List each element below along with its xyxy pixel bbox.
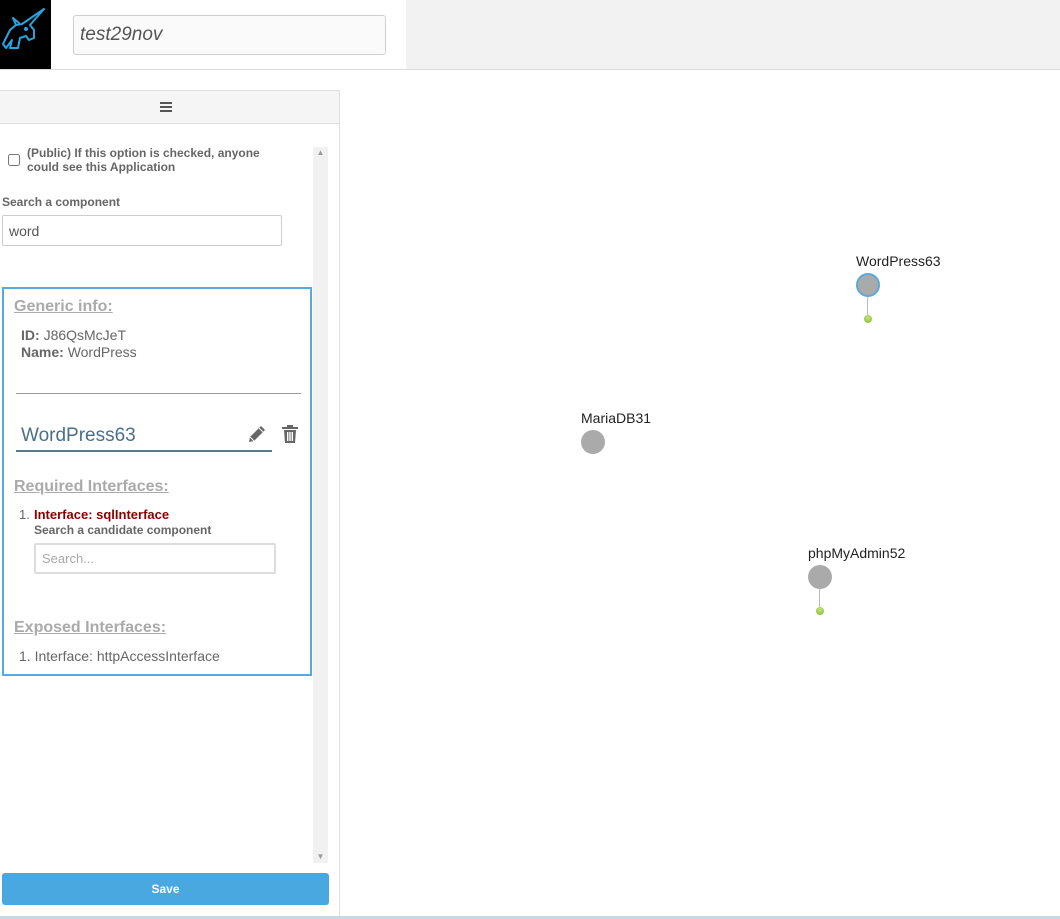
- connector-stem: [819, 589, 820, 607]
- public-option-label: (Public) If this option is checked, anyo…: [27, 146, 260, 174]
- node-label: phpMyAdmin52: [808, 545, 906, 561]
- graph-node-wordpress[interactable]: [856, 273, 880, 297]
- required-interfaces-title: Required Interfaces:: [14, 478, 169, 495]
- sidebar: (Public) If this option is checked, anyo…: [0, 90, 340, 916]
- interface-port-icon[interactable]: [864, 315, 872, 323]
- scroll-down-arrow-icon[interactable]: ▼: [313, 851, 328, 863]
- node-label: WordPress63: [856, 253, 941, 269]
- component-details-panel: Generic info: ID: J86QsMcJeT Name: WordP…: [2, 287, 312, 676]
- trash-delete-icon[interactable]: [281, 424, 299, 444]
- graph-node-phpmyadmin[interactable]: [808, 565, 832, 589]
- hamburger-menu-icon[interactable]: [160, 102, 172, 112]
- required-interface-number: 1.: [19, 507, 30, 522]
- search-component-label: Search a component: [2, 195, 121, 209]
- save-button[interactable]: Save: [2, 873, 329, 905]
- application-name-input[interactable]: [73, 15, 386, 55]
- pencil-edit-icon[interactable]: [247, 424, 267, 444]
- component-name: Name: WordPress: [21, 344, 137, 360]
- interface-port-icon[interactable]: [816, 607, 824, 615]
- candidate-search-input[interactable]: [34, 543, 276, 574]
- component-id: ID: J86QsMcJeT: [21, 327, 126, 343]
- candidate-search-label: Search a candidate component: [34, 523, 212, 537]
- sidebar-header: [0, 90, 339, 124]
- node-label: MariaDB31: [581, 410, 652, 426]
- required-interface-item[interactable]: Interface: sqlInterface: [34, 507, 169, 522]
- id-value: J86QsMcJeT: [43, 327, 127, 343]
- top-bar-left: [0, 0, 406, 69]
- graph-node-mariadb[interactable]: [581, 430, 605, 454]
- generic-info-title: Generic info:: [14, 298, 113, 315]
- top-bar: [0, 0, 1060, 70]
- connector-stem: [867, 297, 868, 315]
- unicorn-logo-icon[interactable]: [0, 0, 51, 69]
- scroll-up-arrow-icon[interactable]: ▲: [313, 147, 328, 159]
- public-checkbox[interactable]: [8, 154, 20, 166]
- exposed-interfaces-title: Exposed Interfaces:: [14, 619, 167, 636]
- instance-name-input[interactable]: [16, 422, 272, 452]
- divider: [16, 393, 301, 394]
- name-label: Name:: [21, 344, 64, 360]
- exposed-interface-item: 1. Interface: httpAccessInterface: [19, 648, 220, 664]
- id-label: ID:: [21, 327, 40, 343]
- search-component-input[interactable]: [2, 215, 282, 246]
- name-value: WordPress: [67, 344, 137, 360]
- sidebar-scrollbar[interactable]: ▲ ▼: [313, 147, 328, 863]
